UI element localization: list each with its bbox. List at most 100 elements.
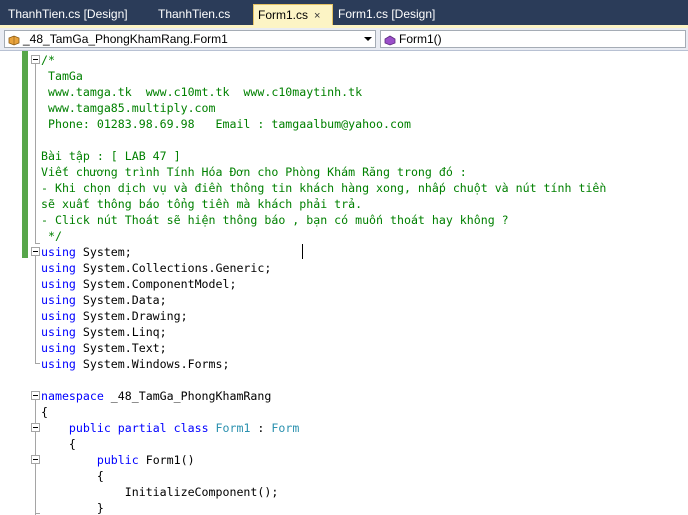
tab-label: Form1.cs <box>258 8 309 22</box>
code-token: public <box>68 421 111 435</box>
code-token: Viết chương trình Tính Hóa Đơn cho Phòng… <box>41 165 467 179</box>
code-token: Bài tập : [ LAB 47 ] <box>41 149 181 163</box>
code-line: www.tamga85.multiply.com <box>41 100 216 116</box>
code-token: System.Collections.Generic; <box>75 261 272 275</box>
code-line: Bài tập : [ LAB 47 ] <box>41 148 181 164</box>
code-token: System.Text; <box>75 341 167 355</box>
code-line: public partial class Form1 : Form <box>41 420 299 436</box>
code-line: sẽ xuất thông báo tổng tiền mà khách phả… <box>41 196 362 212</box>
collapse-namespace-icon[interactable] <box>31 391 40 400</box>
member-dropdown[interactable]: Form1() <box>380 30 686 48</box>
tab-form1-design[interactable]: Form1.cs [Design] <box>334 4 439 26</box>
change-tracking-bar <box>22 51 28 258</box>
code-token: partial <box>117 421 167 435</box>
code-line: Viết chương trình Tính Hóa Đơn cho Phòng… <box>41 164 467 180</box>
code-line: using System; <box>41 244 132 260</box>
code-token: Form1 <box>215 421 251 435</box>
code-token: - Click nút Thoát sẽ hiện thông báo , bạ… <box>41 213 509 227</box>
method-icon <box>384 34 396 50</box>
code-token: - Khi chọn dịch vụ và điền thông tin khá… <box>41 181 607 195</box>
code-token: System.Data; <box>75 293 167 307</box>
navigation-bar: _48_TamGa_PhongKhamRang.Form1 Form1() <box>0 28 688 51</box>
type-dropdown-value: _48_TamGa_PhongKhamRang.Form1 <box>23 32 228 46</box>
code-line: TamGa <box>41 68 83 84</box>
code-token: _48_TamGa_PhongKhamRang <box>103 389 272 403</box>
outline-end <box>35 243 40 244</box>
text-caret <box>302 244 303 259</box>
code-token: { <box>41 437 76 451</box>
code-line: InitializeComponent(); <box>41 484 279 500</box>
code-line: { <box>41 404 48 420</box>
tab-thanhtien-code[interactable]: ThanhTien.cs <box>154 4 234 26</box>
indicator-margin <box>0 51 22 515</box>
code-token: www.tamga85.multiply.com <box>41 101 216 115</box>
code-line: */ <box>41 228 62 244</box>
code-line: /* <box>41 52 55 68</box>
outline-end <box>35 513 40 514</box>
collapse-usings-icon[interactable] <box>31 247 40 256</box>
code-token: System; <box>75 245 132 259</box>
code-token: sẽ xuất thông báo tổng tiền mà khách phả… <box>41 197 363 211</box>
document-tab-bar: ThanhTien.cs [Design] ThanhTien.cs Form1… <box>0 0 688 26</box>
code-line: using System.Drawing; <box>41 308 188 324</box>
code-token: www.tamga.tk www.c10mt.tk www.c10maytinh… <box>41 85 363 99</box>
code-token: using <box>41 293 76 307</box>
code-token: using <box>41 341 76 355</box>
code-token: Phone: 01283.98.69.98 Email : tamgaalbum… <box>41 117 411 131</box>
member-dropdown-value: Form1() <box>399 32 442 46</box>
code-line: using System.Windows.Forms; <box>41 356 229 372</box>
code-line: - Khi chọn dịch vụ và điền thông tin khá… <box>41 180 606 196</box>
code-token: System.ComponentModel; <box>75 277 237 291</box>
code-token: using <box>41 325 76 339</box>
code-line: using System.Collections.Generic; <box>41 260 271 276</box>
outline-end <box>35 363 40 364</box>
code-token: { <box>41 405 48 419</box>
collapse-comment-icon[interactable] <box>31 55 40 64</box>
tab-label: ThanhTien.cs [Design] <box>8 7 128 21</box>
code-line: { <box>41 436 76 452</box>
tab-form1-code[interactable]: Form1.cs × <box>253 4 333 26</box>
code-token: class <box>173 421 209 435</box>
code-line: } <box>41 500 104 515</box>
csharp-class-icon <box>8 34 20 50</box>
code-token: } <box>41 501 104 515</box>
collapse-constructor-icon[interactable] <box>31 455 40 464</box>
code-token: InitializeComponent(); <box>41 485 279 499</box>
code-token: using <box>41 261 76 275</box>
chevron-down-icon <box>364 37 372 41</box>
code-line: www.tamga.tk www.c10mt.tk www.c10maytinh… <box>41 84 362 100</box>
tab-label: Form1.cs [Design] <box>338 7 436 21</box>
code-token: System.Windows.Forms; <box>75 357 230 371</box>
code-editor[interactable]: /* TamGa www.tamga.tk www.c10mt.tk www.c… <box>0 51 688 515</box>
close-tab-icon[interactable]: × <box>314 6 320 26</box>
collapse-class-icon[interactable] <box>31 423 40 432</box>
code-line: using System.Linq; <box>41 324 167 340</box>
code-token: namespace <box>41 389 104 403</box>
code-token: using <box>41 357 76 371</box>
code-token: using <box>41 309 76 323</box>
code-line: Phone: 01283.98.69.98 Email : tamgaalbum… <box>41 116 411 132</box>
code-token: using <box>41 245 76 259</box>
code-line: using System.Text; <box>41 340 167 356</box>
type-dropdown[interactable]: _48_TamGa_PhongKhamRang.Form1 <box>4 30 376 48</box>
code-line: - Click nút Thoát sẽ hiện thông báo , bạ… <box>41 212 509 228</box>
code-token: { <box>41 469 104 483</box>
code-token: System.Drawing; <box>75 309 188 323</box>
tab-thanhtien-design[interactable]: ThanhTien.cs [Design] <box>4 4 132 26</box>
code-line: namespace _48_TamGa_PhongKhamRang <box>41 388 271 404</box>
code-token: Form1() <box>138 453 195 467</box>
code-token: Form <box>271 421 300 435</box>
code-line: using System.ComponentModel; <box>41 276 236 292</box>
outline-line <box>35 256 36 364</box>
code-token: using <box>41 277 76 291</box>
outline-line <box>35 64 36 244</box>
code-token: */ <box>41 229 62 243</box>
code-token: TamGa <box>41 69 83 83</box>
code-line: { <box>41 468 104 484</box>
code-line: public Form1() <box>41 452 195 468</box>
